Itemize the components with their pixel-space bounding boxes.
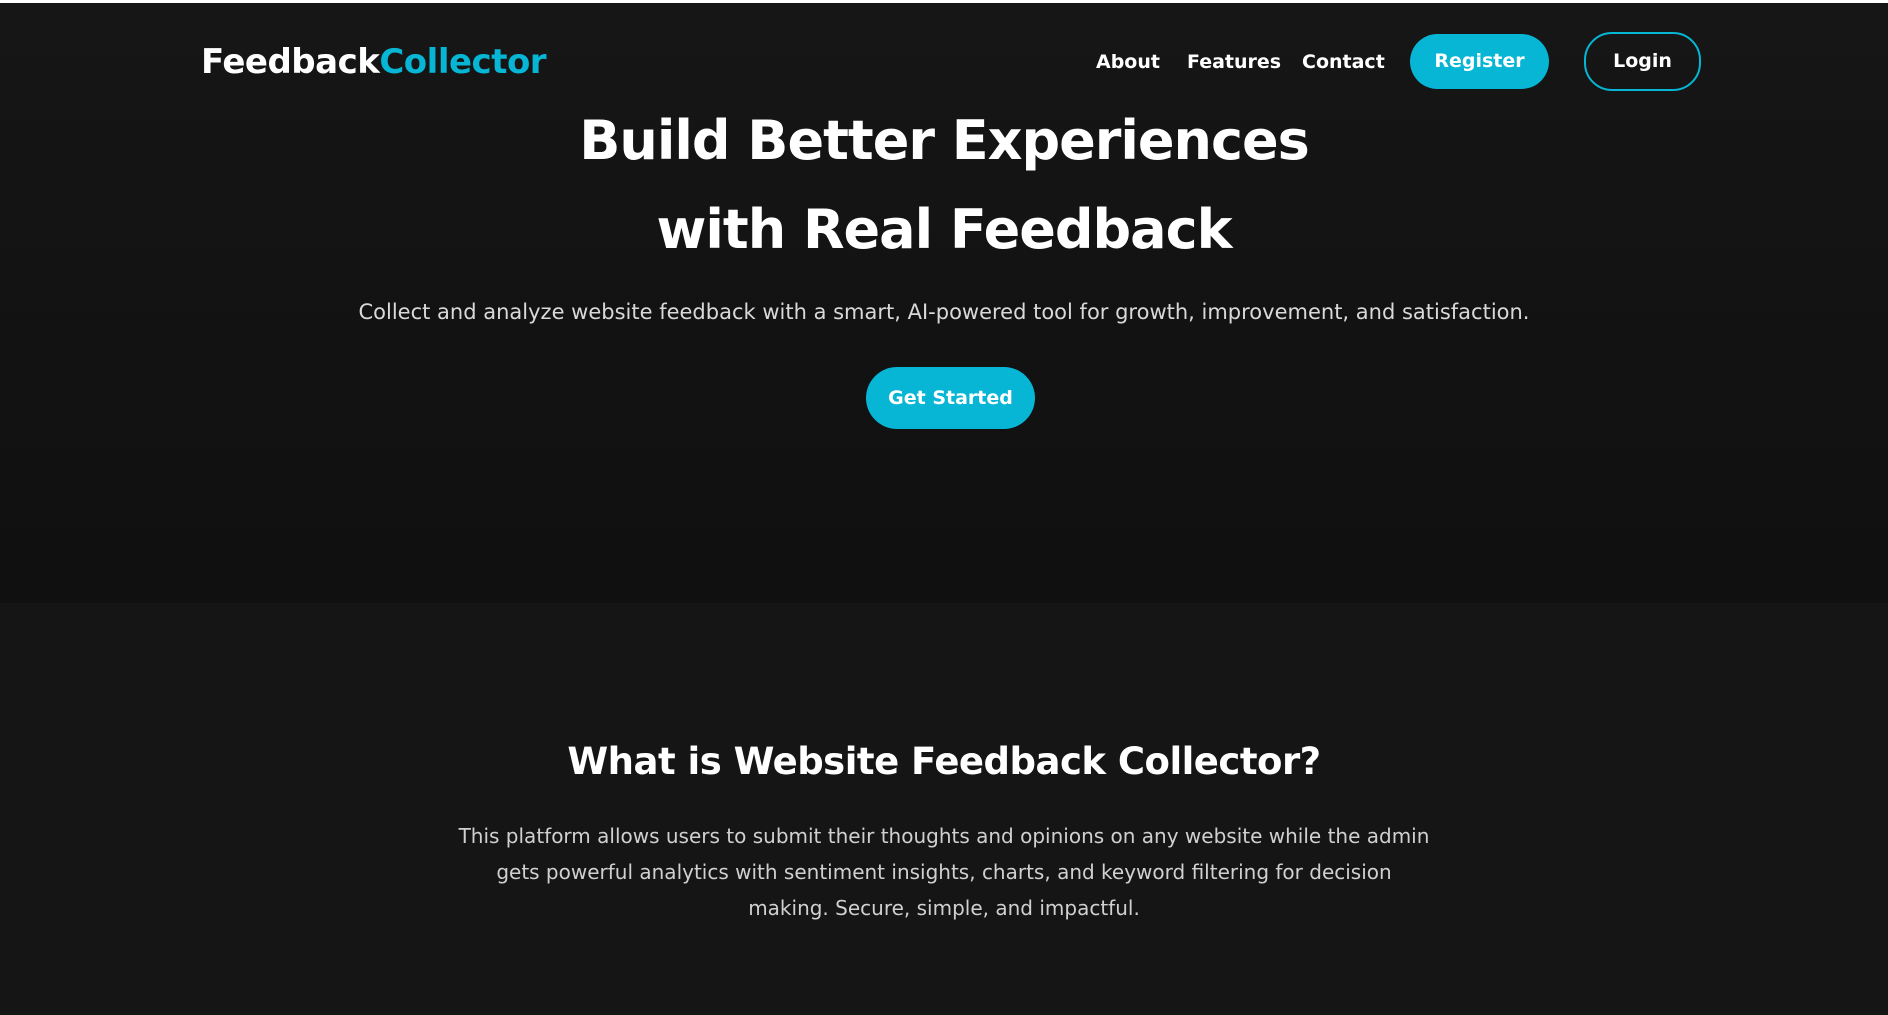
landing-page: FeedbackCollector About Features Contact… xyxy=(0,0,1888,1015)
get-started-button[interactable]: Get Started xyxy=(866,367,1035,429)
hero-title: Build Better Experiences with Real Feedb… xyxy=(444,96,1444,274)
hero-title-line1: Build Better Experiences xyxy=(579,109,1310,172)
nav-about-link[interactable]: About xyxy=(1096,48,1160,76)
hero-subtitle: Collect and analyze website feedback wit… xyxy=(358,300,1530,324)
brand-logo-part1: Feedback xyxy=(201,42,380,82)
login-button[interactable]: Login xyxy=(1584,32,1701,91)
nav-contact-link[interactable]: Contact xyxy=(1302,48,1385,76)
brand-logo[interactable]: FeedbackCollector xyxy=(201,40,547,84)
nav-features-link[interactable]: Features xyxy=(1187,48,1281,76)
register-button[interactable]: Register xyxy=(1410,34,1549,89)
brand-logo-part2: Collector xyxy=(379,42,547,82)
about-section-title: What is Website Feedback Collector? xyxy=(567,740,1321,783)
about-section-text: This platform allows users to submit the… xyxy=(458,824,1430,920)
about-section xyxy=(0,603,1888,1015)
hero-title-line2: with Real Feedback xyxy=(656,198,1232,261)
